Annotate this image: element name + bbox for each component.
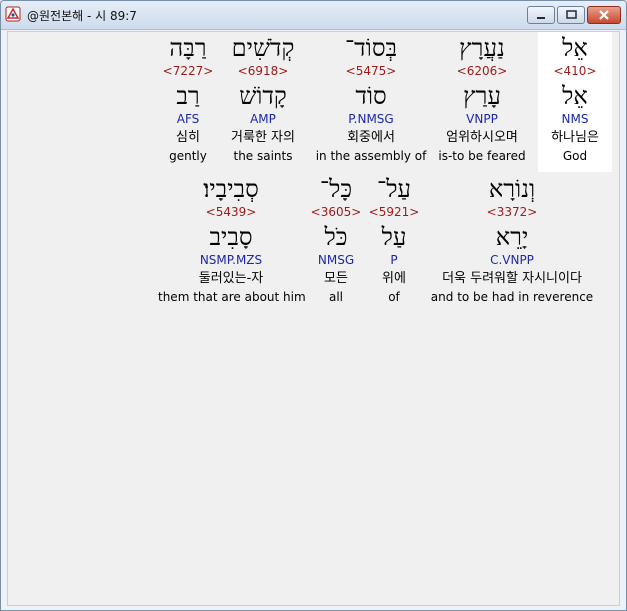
english-gloss: in the assembly of: [315, 149, 427, 163]
hebrew-word: נַעֲרָץ: [459, 34, 505, 62]
word-cell-2[interactable]: נַעֲרָץ <6206> עָרַץ VNPP 엄위하시오며 is-to b…: [430, 32, 534, 172]
english-gloss: and to be had in reverence: [430, 290, 594, 304]
english-gloss: gently: [169, 149, 207, 163]
strong-number[interactable]: <7227>: [160, 63, 216, 79]
app-icon: [5, 6, 21, 22]
word-cell-1[interactable]: אֵל <410> אֵל NMS 하나님은 God: [538, 32, 612, 172]
hebrew-word: בְּסוֹד־: [344, 34, 398, 62]
hebrew-lemma: סָבִיב: [209, 223, 253, 251]
strong-number[interactable]: <5475>: [312, 63, 430, 79]
word-cell-3[interactable]: בְּסוֹד־ <5475> סוֹד P.NMSG 회중에서 in the …: [312, 32, 430, 172]
morphology: P: [390, 253, 398, 267]
word-cell-9[interactable]: סְבִיבָיו׃ <5439> סָבִיב NSMP.MZS 둘러있는-자…: [158, 173, 306, 313]
window-title: @원전본해 - 시 89:7: [27, 9, 137, 23]
korean-gloss: 위에: [382, 271, 406, 286]
strong-number[interactable]: <6918>: [218, 63, 308, 79]
close-icon: [599, 10, 609, 20]
strong-number[interactable]: <3372>: [426, 204, 598, 220]
english-gloss: God: [562, 149, 588, 163]
morphology: AMP: [250, 112, 276, 126]
hebrew-word: רַבָּה: [169, 34, 207, 62]
hebrew-lemma: יָרֵא: [495, 223, 529, 251]
morphology: AFS: [176, 112, 200, 126]
morphology: VNPP: [466, 112, 498, 126]
hebrew-lemma: קָדוֹשׁ: [239, 82, 287, 110]
morphology: NMSG: [317, 253, 355, 267]
hebrew-lemma: רַב: [176, 82, 200, 110]
interlinear-panel[interactable]: אֵל <410> אֵל NMS 하나님은 God נַעֲרָץ <6206…: [7, 31, 620, 606]
strong-number[interactable]: <6206>: [430, 63, 534, 79]
hebrew-word: אֵל: [562, 34, 588, 62]
hebrew-lemma: עַל: [381, 223, 407, 251]
korean-gloss: 회중에서: [347, 130, 395, 145]
title-bar[interactable]: @원전본해 - 시 89:7: [1, 1, 626, 30]
hebrew-lemma: עָרַץ: [463, 82, 501, 110]
korean-gloss: 둘러있는-자: [198, 271, 264, 286]
maximize-button[interactable]: [557, 6, 585, 24]
hebrew-word: סְבִיבָיו׃: [203, 175, 259, 203]
hebrew-lemma: כֹּל: [324, 223, 348, 251]
maximize-icon: [566, 10, 577, 19]
korean-gloss: 하나님은: [551, 130, 599, 145]
english-gloss: all: [328, 290, 344, 304]
app-window: @원전본해 - 시 89:7 אֵל <410> אֵל NMS 하나님은 Go…: [0, 0, 627, 611]
morphology: P.NMSG: [348, 112, 394, 126]
hebrew-word: וְנוֹרָא: [488, 175, 536, 203]
hebrew-word: כָּל־: [319, 175, 353, 203]
hebrew-lemma: סוֹד: [355, 82, 387, 110]
english-gloss: of: [388, 290, 400, 304]
morphology: C.VNPP: [490, 253, 534, 267]
word-cell-4[interactable]: קְדֹשִׁים <6918> קָדוֹשׁ AMP 거룩한 자의 the …: [218, 32, 308, 172]
strong-number[interactable]: <5921>: [366, 204, 422, 220]
word-cell-7[interactable]: עַל־ <5921> עַל P 위에 of: [366, 173, 422, 313]
close-button[interactable]: [587, 6, 621, 24]
english-gloss: is-to be feared: [438, 149, 526, 163]
morphology: NMS: [561, 112, 589, 126]
korean-gloss: 심히: [176, 130, 200, 145]
korean-gloss: 엄위하시오며: [446, 130, 518, 145]
english-gloss: the saints: [233, 149, 293, 163]
strong-number[interactable]: <3605>: [308, 204, 364, 220]
korean-gloss: 더욱 두려워할 자시니이다: [442, 271, 582, 286]
hebrew-word: עַל־: [377, 175, 411, 203]
hebrew-lemma: אֵל: [562, 82, 588, 110]
minimize-icon: [537, 17, 545, 19]
strong-number[interactable]: <5439>: [158, 204, 304, 220]
word-cell-8[interactable]: כָּל־ <3605> כֹּל NMSG 모든 all: [308, 173, 364, 313]
hebrew-word: קְדֹשִׁים: [231, 34, 295, 62]
morphology: NSMP.MZS: [199, 253, 263, 267]
strong-number[interactable]: <410>: [538, 63, 612, 79]
word-cell-6[interactable]: וְנוֹרָא <3372> יָרֵא C.VNPP 더욱 두려워할 자시니…: [426, 173, 598, 313]
korean-gloss: 모든: [324, 271, 348, 286]
korean-gloss: 거룩한 자의: [231, 130, 295, 145]
minimize-button[interactable]: [527, 6, 555, 24]
english-gloss: them that are about him: [158, 290, 306, 304]
word-cell-5[interactable]: רַבָּה <7227> רַב AFS 심히 gently: [160, 32, 216, 172]
